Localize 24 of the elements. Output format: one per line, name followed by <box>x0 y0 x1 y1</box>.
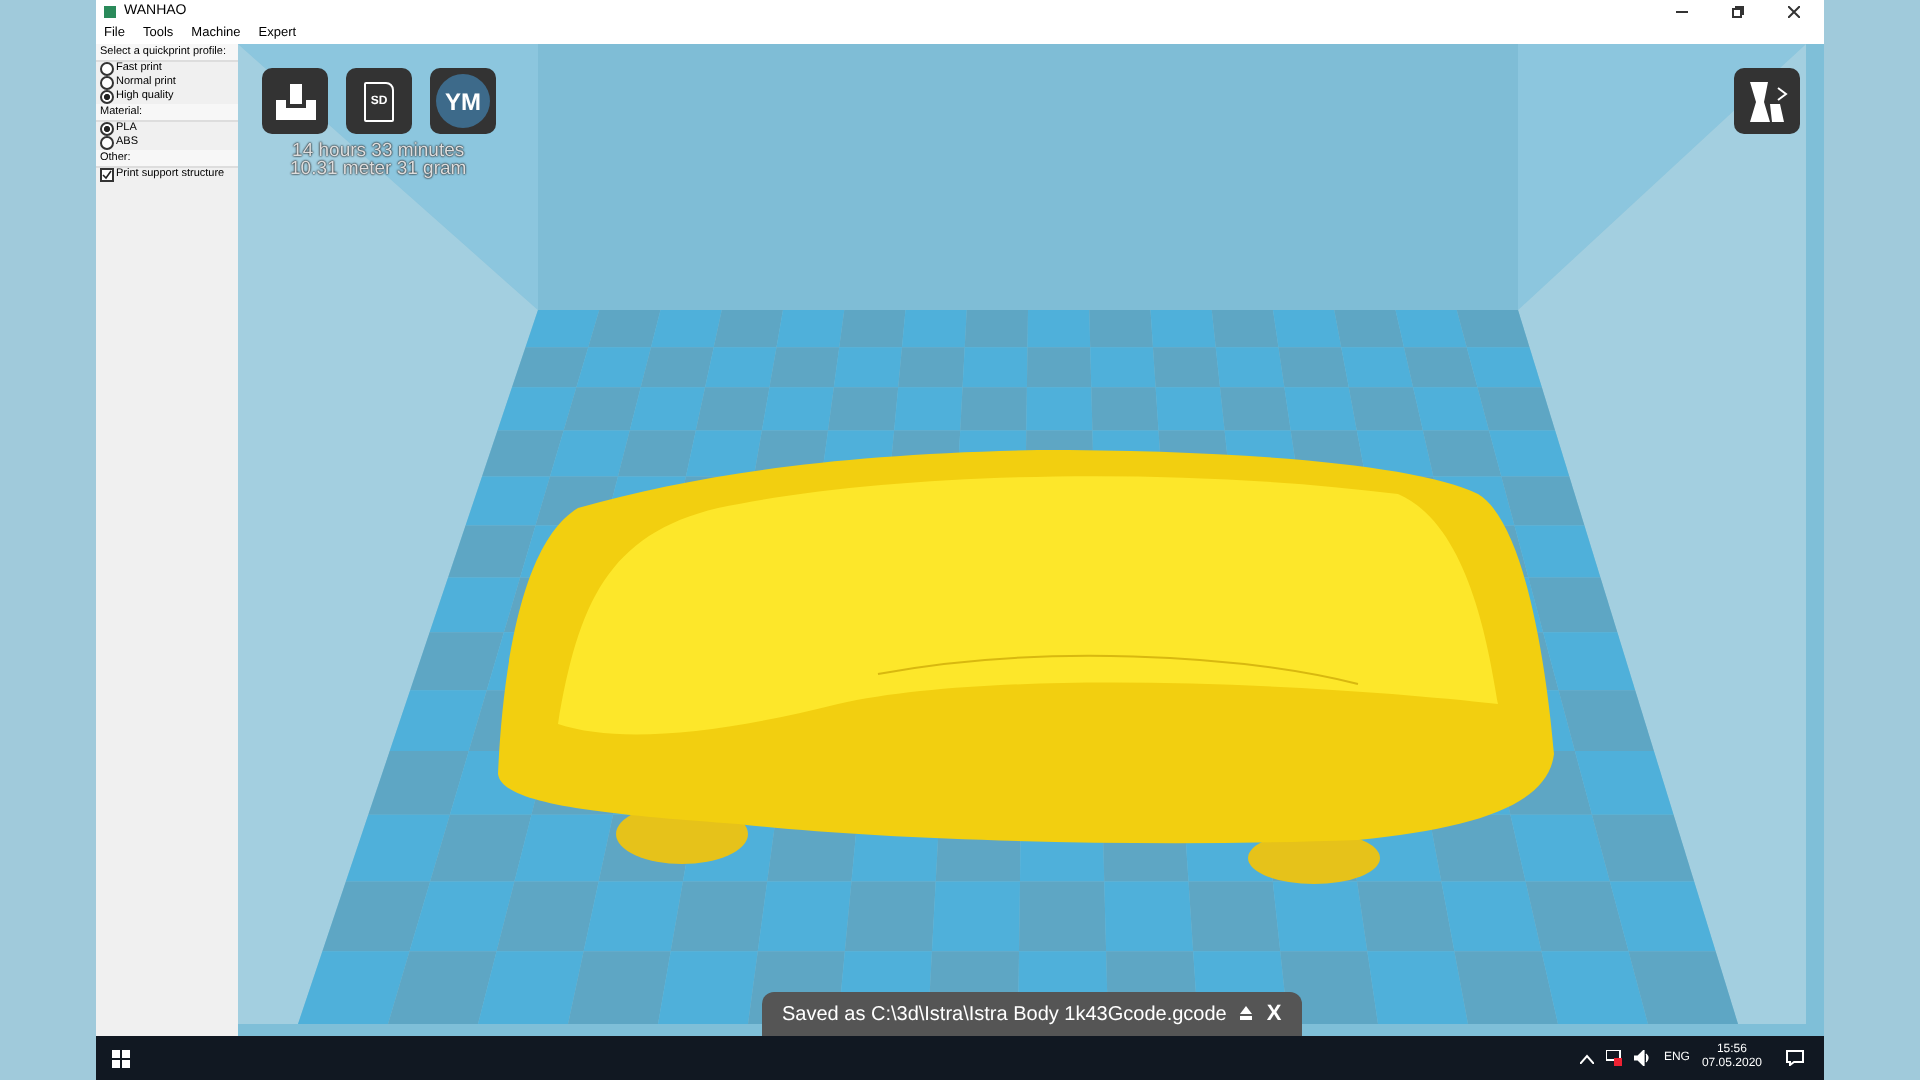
chevron-up-icon[interactable] <box>1579 1053 1594 1063</box>
notification-text: Saved as C:\3d\Istra\Istra Body 1k43Gcode.gcode <box>782 1003 1227 1025</box>
print-info-text: 14 hours 33 minutes <box>292 142 467 160</box>
restore-icon[interactable] <box>1732 5 1744 17</box>
view-mode-button[interactable] <box>1734 68 1800 134</box>
speaker-icon[interactable] <box>1633 1050 1652 1066</box>
app-icon <box>104 5 116 17</box>
notifications-icon[interactable] <box>1786 1050 1804 1066</box>
checkbox[interactable] <box>100 168 114 182</box>
radio-button[interactable] <box>100 62 114 76</box>
network-icon[interactable] <box>1605 1050 1622 1066</box>
radio-button[interactable] <box>100 90 114 104</box>
eject-icon[interactable] <box>1238 1006 1255 1022</box>
close-button[interactable]: X <box>1266 1002 1282 1026</box>
windows-start-icon[interactable] <box>112 1049 130 1067</box>
close-icon[interactable] <box>1788 5 1800 17</box>
minimize-icon[interactable] <box>1676 5 1688 17</box>
checkmark-icon <box>102 170 112 180</box>
radio-button[interactable] <box>100 136 114 150</box>
load-model-button[interactable] <box>262 68 328 134</box>
ym-button[interactable]: YM <box>430 68 496 134</box>
radio-button[interactable] <box>100 76 114 90</box>
print-info-text: 10.31 meter 31 gram <box>290 160 467 178</box>
radio-button[interactable] <box>100 122 114 136</box>
